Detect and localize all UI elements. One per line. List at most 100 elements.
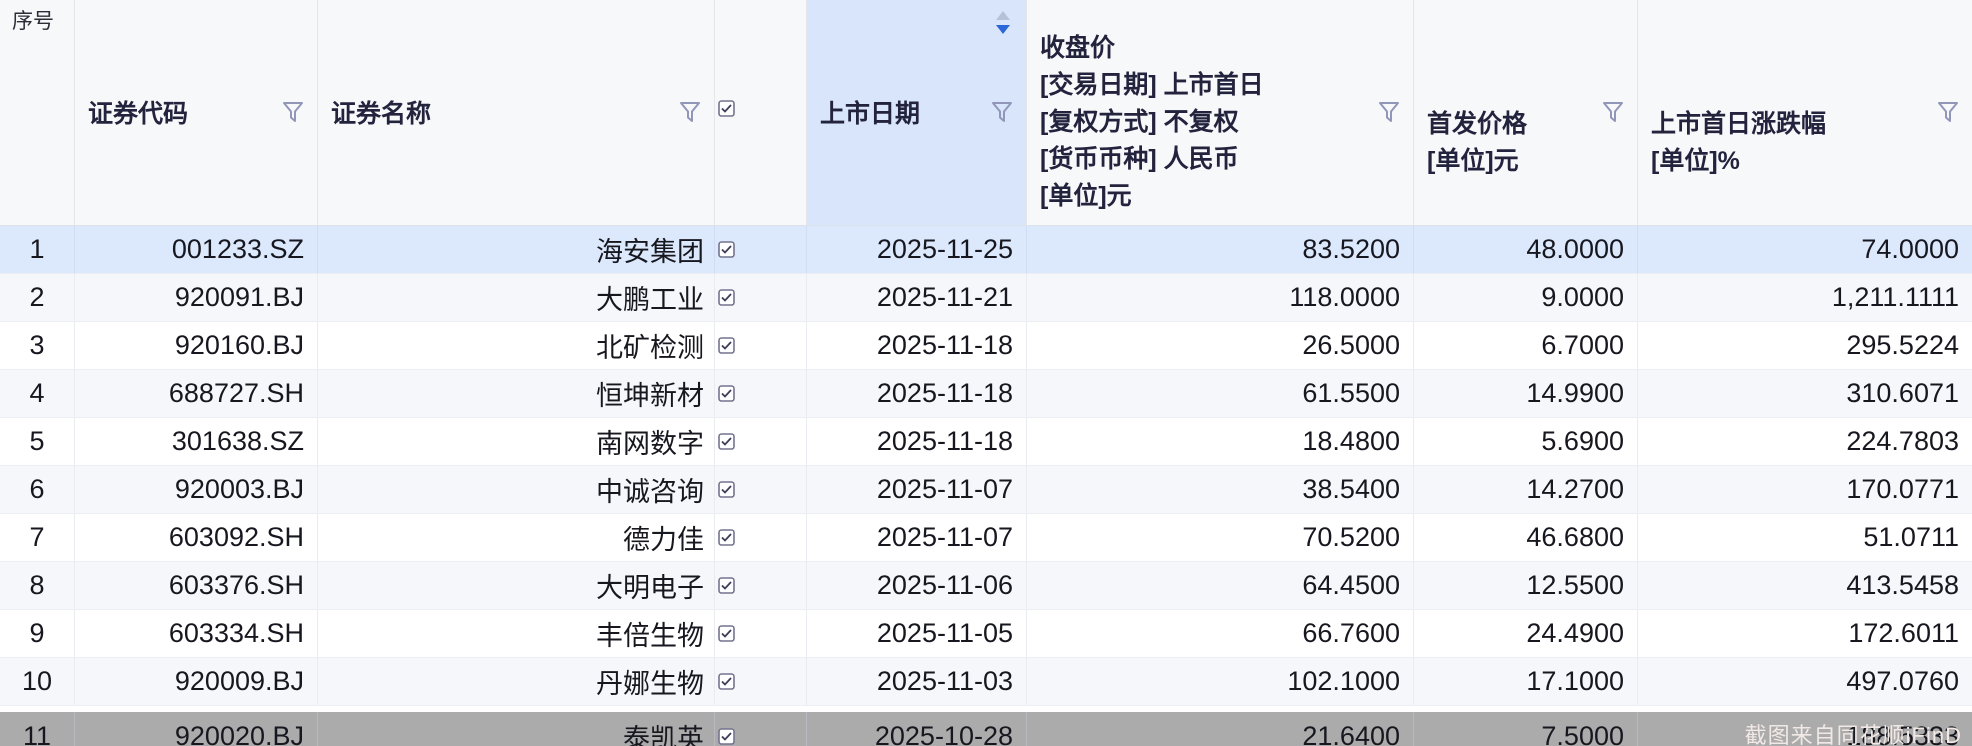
- cell-ipo: 12.5500: [1414, 562, 1638, 609]
- cell-ipo: 17.1000: [1414, 658, 1638, 705]
- row-checkbox[interactable]: [718, 282, 735, 313]
- cell-chg: 51.0711: [1638, 514, 1972, 561]
- table-row[interactable]: 5301638.SZ南网数字2025-11-1818.48005.6900224…: [0, 418, 1972, 466]
- sort-asc-icon[interactable]: [996, 11, 1010, 20]
- table-row[interactable]: 9603334.SH丰倍生物2025-11-0566.760024.490017…: [0, 610, 1972, 658]
- table-row[interactable]: 10920009.BJ丹娜生物2025-11-03102.100017.1000…: [0, 658, 1972, 706]
- cell-name: 南网数字: [318, 418, 715, 465]
- cell-check: [715, 274, 807, 321]
- cell-close: 102.1000: [1027, 658, 1414, 705]
- cell-name: 恒坤新材: [318, 370, 715, 417]
- cell-no: 5: [0, 418, 75, 465]
- cell-code: 301638.SZ: [75, 418, 318, 465]
- table-row[interactable]: 1001233.SZ海安集团2025-11-2583.520048.000074…: [0, 226, 1972, 274]
- cell-ipo: 6.7000: [1414, 322, 1638, 369]
- col-header-ipo-price[interactable]: 首发价格 [单位]元: [1414, 0, 1638, 225]
- cell-ipo: 24.4900: [1414, 610, 1638, 657]
- row-checkbox[interactable]: [718, 474, 735, 505]
- row-checkbox[interactable]: [718, 234, 735, 265]
- close-price-column-label: 收盘价 [交易日期] 上市首日 [复权方式] 不复权 [货币币种] 人民币 [单…: [1040, 30, 1413, 215]
- table-row[interactable]: 11920020.BJ泰凯英2025-10-2821.64007.5000188…: [0, 712, 1972, 746]
- table-row[interactable]: 2920091.BJ大鹏工业2025-11-21118.00009.00001,…: [0, 274, 1972, 322]
- col-header-name[interactable]: 证券名称: [318, 0, 715, 225]
- cell-date: 2025-11-18: [807, 322, 1027, 369]
- cell-close: 70.5200: [1027, 514, 1414, 561]
- cell-no: 3: [0, 322, 75, 369]
- cell-close: 26.5000: [1027, 322, 1414, 369]
- row-checkbox[interactable]: [718, 378, 735, 409]
- cell-name: 大鹏工业: [318, 274, 715, 321]
- cell-date: 2025-11-03: [807, 658, 1027, 705]
- table-row[interactable]: 8603376.SH大明电子2025-11-0664.450012.550041…: [0, 562, 1972, 610]
- filter-icon[interactable]: [679, 100, 701, 124]
- row-checkbox[interactable]: [718, 570, 735, 601]
- row-checkbox[interactable]: [718, 426, 735, 457]
- col-header-select-all: [715, 0, 807, 225]
- cell-no: 8: [0, 562, 75, 609]
- cell-ipo: 46.6800: [1414, 514, 1638, 561]
- cell-no: 2: [0, 274, 75, 321]
- cell-date: 2025-11-25: [807, 226, 1027, 273]
- table-body: 1001233.SZ海安集团2025-11-2583.520048.000074…: [0, 226, 1972, 746]
- cell-ipo: 5.6900: [1414, 418, 1638, 465]
- cell-no: 4: [0, 370, 75, 417]
- cell-code: 603376.SH: [75, 562, 318, 609]
- first-day-change-column-label: 上市首日涨跌幅 [单位]%: [1651, 106, 1972, 180]
- cell-chg: 413.5458: [1638, 562, 1972, 609]
- row-checkbox[interactable]: [718, 330, 735, 361]
- select-all-checkbox[interactable]: [718, 100, 735, 122]
- sort-indicator[interactable]: [996, 11, 1010, 34]
- cell-date: 2025-11-21: [807, 274, 1027, 321]
- cell-name: 泰凯英: [318, 712, 715, 746]
- filter-icon[interactable]: [991, 100, 1013, 124]
- cell-code: 920020.BJ: [75, 712, 318, 746]
- table-row[interactable]: 3920160.BJ北矿检测2025-11-1826.50006.7000295…: [0, 322, 1972, 370]
- watermark: 截图来自同花顺iFinD: [1745, 718, 1962, 746]
- cell-close: 83.5200: [1027, 226, 1414, 273]
- filter-icon[interactable]: [1937, 100, 1959, 124]
- cell-name: 海安集团: [318, 226, 715, 273]
- cell-close: 61.5500: [1027, 370, 1414, 417]
- cell-no: 1: [0, 226, 75, 273]
- row-checkbox[interactable]: [718, 618, 735, 649]
- row-checkbox[interactable]: [718, 721, 735, 746]
- col-header-first-day-change[interactable]: 上市首日涨跌幅 [单位]%: [1638, 0, 1972, 225]
- cell-chg: 224.7803: [1638, 418, 1972, 465]
- col-header-code[interactable]: 证券代码: [75, 0, 318, 225]
- table-row[interactable]: 6920003.BJ中诚咨询2025-11-0738.540014.270017…: [0, 466, 1972, 514]
- cell-ipo: 14.9900: [1414, 370, 1638, 417]
- cell-check: [715, 370, 807, 417]
- cell-chg: 295.5224: [1638, 322, 1972, 369]
- cell-chg: 1,211.1111: [1638, 274, 1972, 321]
- cell-date: 2025-11-07: [807, 514, 1027, 561]
- cell-chg: 310.6071: [1638, 370, 1972, 417]
- cell-close: 18.4800: [1027, 418, 1414, 465]
- cell-check: [715, 466, 807, 513]
- filter-icon[interactable]: [1602, 100, 1624, 124]
- col-header-list-date[interactable]: 上市日期: [807, 0, 1027, 225]
- row-checkbox[interactable]: [718, 666, 735, 697]
- sort-desc-icon[interactable]: [996, 25, 1010, 34]
- table-row[interactable]: 7603092.SH德力佳2025-11-0770.520046.680051.…: [0, 514, 1972, 562]
- cell-ipo: 14.2700: [1414, 466, 1638, 513]
- cell-close: 64.4500: [1027, 562, 1414, 609]
- filter-icon[interactable]: [282, 100, 304, 124]
- ifind-screener-table: 序号 证券代码 证券名称 上市日期: [0, 0, 1972, 746]
- col-header-close-price[interactable]: 收盘价 [交易日期] 上市首日 [复权方式] 不复权 [货币币种] 人民币 [单…: [1027, 0, 1414, 225]
- cell-close: 118.0000: [1027, 274, 1414, 321]
- cell-close: 21.6400: [1027, 712, 1414, 746]
- cell-name: 大明电子: [318, 562, 715, 609]
- table-row[interactable]: 4688727.SH恒坤新材2025-11-1861.550014.990031…: [0, 370, 1972, 418]
- cell-check: [715, 514, 807, 561]
- cell-check: [715, 226, 807, 273]
- row-checkbox[interactable]: [718, 522, 735, 553]
- filter-icon[interactable]: [1378, 100, 1400, 124]
- cell-code: 603334.SH: [75, 610, 318, 657]
- cell-code: 920160.BJ: [75, 322, 318, 369]
- cell-check: [715, 418, 807, 465]
- cell-code: 920091.BJ: [75, 274, 318, 321]
- cell-chg: 172.6011: [1638, 610, 1972, 657]
- cell-date: 2025-11-18: [807, 370, 1027, 417]
- cell-chg: 74.0000: [1638, 226, 1972, 273]
- cell-check: [715, 562, 807, 609]
